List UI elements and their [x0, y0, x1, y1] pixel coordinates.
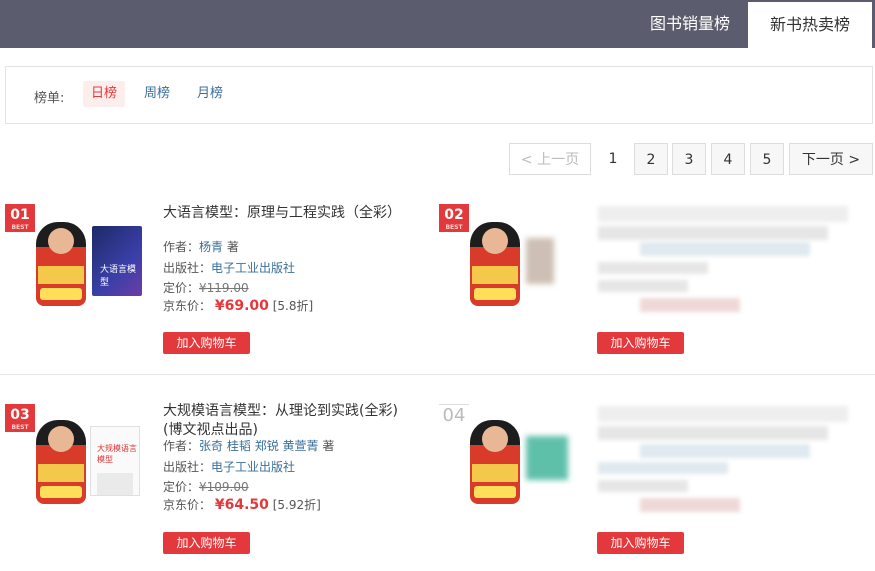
blurred-title-line [598, 426, 828, 440]
author-link[interactable]: 桂韬 [227, 439, 251, 453]
jd-price-label: 京东价： [163, 299, 212, 313]
jd-price-label: 京东价： [163, 498, 212, 512]
ranking-filter-box: 榜单: 日榜 周榜 月榜 [5, 66, 873, 124]
jd-price: ¥69.00 [214, 298, 269, 314]
promo-author-image[interactable] [36, 222, 86, 306]
author-link[interactable]: 杨青 [199, 240, 223, 254]
blurred-title [598, 206, 848, 222]
promo-author-image[interactable] [36, 420, 86, 504]
blurred-publisher [598, 462, 728, 474]
promo-author-image[interactable] [470, 420, 520, 504]
promo-tag [474, 486, 516, 498]
add-to-cart-button[interactable]: 加入购物车 [597, 332, 684, 354]
book-title[interactable]: 大规模语言模型：从理论到实践(全彩) [163, 402, 398, 420]
rank-badge: 04 [439, 404, 469, 433]
book-cover[interactable]: 大语言模型 [92, 226, 142, 296]
period-daily[interactable]: 日榜 [83, 81, 126, 107]
rank-badge: 03 BEST [5, 404, 35, 432]
page-4[interactable]: 4 [711, 143, 745, 175]
blurred-author [640, 444, 810, 458]
page-3[interactable]: 3 [672, 143, 706, 175]
list-price-label: 定价： [163, 480, 200, 494]
author-face [48, 426, 74, 452]
prev-page-button[interactable]: < 上一页 [509, 143, 591, 175]
jd-price-line: 京东价： ¥64.50 [5.92折] [163, 497, 321, 513]
list-price: ¥119.00 [199, 281, 249, 295]
cover-title: 大语言模型 [100, 265, 137, 288]
jd-price-line: 京东价： ¥69.00 [5.8折] [163, 298, 313, 314]
add-to-cart-button[interactable]: 加入购物车 [597, 532, 684, 554]
cover-title: 大规模语言模型 [97, 444, 137, 464]
author-face [482, 426, 508, 452]
rank-badge: 01 BEST [5, 204, 35, 232]
blurred-author [640, 242, 810, 256]
promo-author-image[interactable] [470, 222, 520, 306]
promo-band [472, 266, 518, 284]
author-face [482, 228, 508, 254]
page-2[interactable]: 2 [634, 143, 668, 175]
publisher-link[interactable]: 电子工业出版社 [211, 261, 295, 275]
filter-label: 榜单: [34, 91, 65, 106]
author-label: 作者： [163, 240, 200, 254]
publisher-line: 出版社：电子工业出版社 [163, 260, 295, 276]
add-to-cart-button[interactable]: 加入购物车 [163, 532, 250, 554]
best-label: BEST [445, 224, 463, 231]
best-label: BEST [11, 224, 29, 231]
author-suffix: 著 [322, 439, 335, 453]
publisher-line: 出版社：电子工业出版社 [163, 459, 295, 475]
list-price-line: 定价：¥119.00 [163, 280, 249, 296]
period-monthly[interactable]: 月榜 [189, 81, 231, 107]
blurred-jd-price [640, 298, 740, 312]
promo-band [38, 266, 84, 284]
cover-graphic [97, 473, 133, 495]
author-face [48, 228, 74, 254]
discount: [5.92折] [272, 498, 321, 512]
discount: [5.8折] [272, 299, 314, 313]
author-link[interactable]: 郑锐 [255, 439, 279, 453]
blurred-book-cover[interactable] [526, 238, 554, 284]
rank-number: 03 [10, 407, 30, 423]
promo-tag [474, 288, 516, 300]
author-label: 作者： [163, 439, 200, 453]
author-line: 作者：杨青 著 [163, 239, 239, 255]
list-price: ¥109.00 [199, 480, 249, 494]
page-5[interactable]: 5 [750, 143, 784, 175]
publisher-label: 出版社： [163, 460, 212, 474]
add-to-cart-button[interactable]: 加入购物车 [163, 332, 250, 354]
blurred-list-price [598, 280, 688, 292]
blurred-publisher [598, 262, 708, 274]
best-label: BEST [11, 424, 29, 431]
blurred-jd-price [640, 498, 740, 512]
rank-number: 04 [442, 405, 466, 426]
row-divider [0, 374, 875, 375]
period-weekly[interactable]: 周榜 [136, 81, 178, 107]
blurred-title-line [598, 226, 828, 240]
promo-tag [40, 288, 82, 300]
publisher-label: 出版社： [163, 261, 212, 275]
tab-bestseller-ranking[interactable]: 图书销量榜 [632, 0, 748, 48]
tab-new-book-ranking[interactable]: 新书热卖榜 [748, 2, 872, 48]
blurred-title [598, 406, 848, 422]
book-title[interactable]: 大语言模型：原理与工程实践（全彩） [163, 204, 401, 222]
jd-price: ¥64.50 [214, 497, 269, 513]
promo-band [38, 464, 84, 482]
promo-tag [40, 486, 82, 498]
next-page-button[interactable]: 下一页 > [789, 143, 873, 175]
list-price-label: 定价： [163, 281, 200, 295]
author-line: 作者：张奇 桂韬 郑锐 黄萱菁 著 [163, 438, 334, 454]
publisher-link[interactable]: 电子工业出版社 [211, 460, 295, 474]
rank-badge: 02 BEST [439, 204, 469, 232]
author-link[interactable]: 黄萱菁 [283, 439, 319, 453]
list-price-line: 定价：¥109.00 [163, 479, 249, 495]
blurred-book-cover[interactable] [526, 436, 568, 480]
promo-band [472, 464, 518, 482]
page-1[interactable]: 1 [596, 143, 630, 175]
blurred-list-price [598, 480, 688, 492]
rank-number: 01 [10, 207, 30, 223]
author-suffix: 著 [226, 240, 239, 254]
rank-number: 02 [444, 207, 464, 223]
author-link[interactable]: 张奇 [199, 439, 223, 453]
book-cover[interactable]: 大规模语言模型 [90, 426, 140, 496]
book-title-line-2[interactable]: (博文视点出品) [163, 421, 258, 439]
